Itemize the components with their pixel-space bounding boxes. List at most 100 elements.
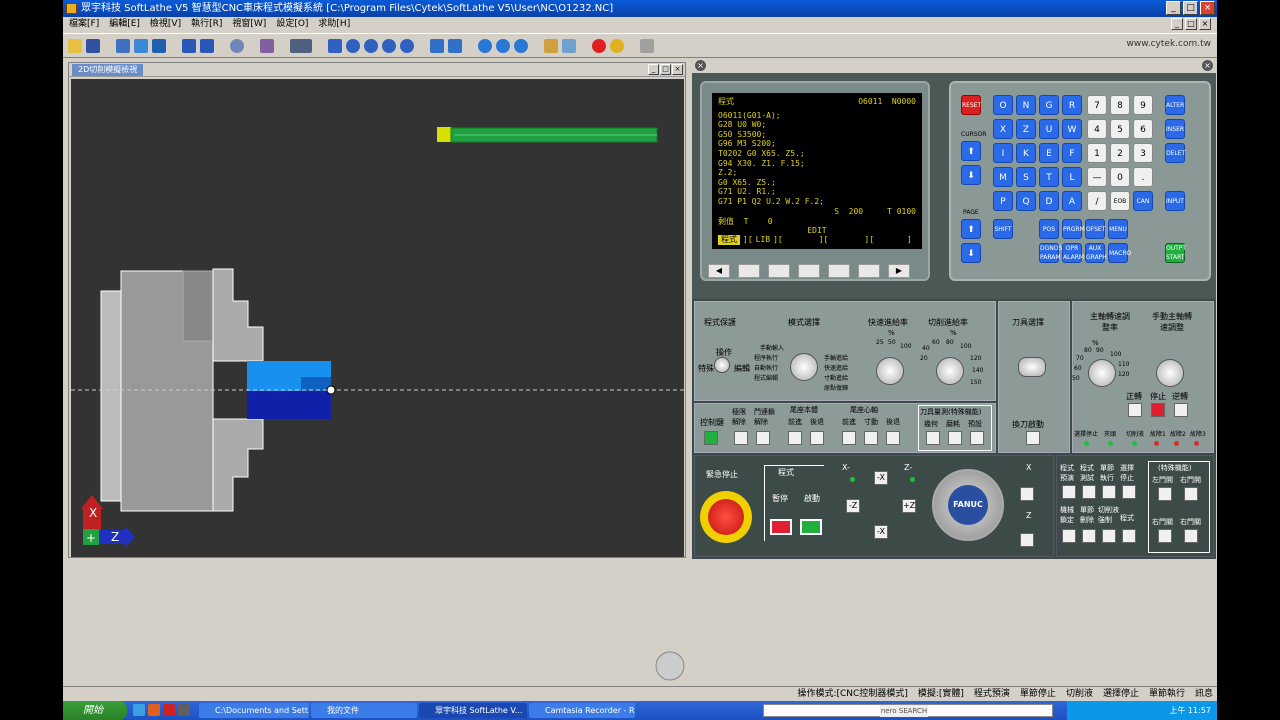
outdent-icon[interactable] bbox=[200, 38, 214, 53]
ie-icon[interactable] bbox=[133, 704, 145, 716]
key-7[interactable]: 7 bbox=[1087, 95, 1107, 115]
jog-plus-z-button[interactable]: +Z bbox=[902, 499, 916, 513]
media-icon[interactable] bbox=[178, 704, 190, 716]
sim-maximize-button[interactable]: □ bbox=[660, 64, 671, 75]
cycle-start-button[interactable] bbox=[800, 519, 822, 535]
menu-run[interactable]: 執行[R] bbox=[191, 17, 222, 32]
stop-icon[interactable] bbox=[592, 38, 606, 53]
input-button[interactable]: INPUT bbox=[1165, 191, 1185, 211]
tail-center-fwd-button[interactable] bbox=[842, 431, 856, 445]
single-block-button[interactable] bbox=[1102, 485, 1116, 499]
prog-test-button[interactable] bbox=[1082, 485, 1096, 499]
key-9[interactable]: 9 bbox=[1133, 95, 1153, 115]
pos-button[interactable]: POS bbox=[1039, 219, 1059, 239]
softkey-4-button[interactable] bbox=[828, 264, 850, 278]
softkey-5-button[interactable] bbox=[858, 264, 880, 278]
firefox-icon[interactable] bbox=[148, 704, 160, 716]
key-s[interactable]: S bbox=[1016, 167, 1036, 187]
z-axis-select-button[interactable] bbox=[1020, 533, 1034, 547]
key-eob[interactable]: EOB bbox=[1110, 191, 1130, 211]
menu-button[interactable]: MENU bbox=[1108, 219, 1128, 239]
cursor-down-button[interactable]: ⬇ bbox=[961, 165, 981, 185]
protect-key-switch[interactable] bbox=[714, 357, 730, 373]
crt-softkey-program[interactable]: 程式 bbox=[718, 235, 740, 245]
spindle-forward-button[interactable] bbox=[1128, 403, 1142, 417]
mode-select-dial[interactable] bbox=[790, 353, 818, 381]
menu-settings[interactable]: 設定[O] bbox=[276, 17, 308, 32]
key-n[interactable]: N bbox=[1016, 95, 1036, 115]
key-6[interactable]: 6 bbox=[1133, 119, 1153, 139]
key-m[interactable]: M bbox=[993, 167, 1013, 187]
machine-lock-button[interactable] bbox=[1062, 529, 1076, 543]
sphere-2-icon[interactable] bbox=[496, 38, 510, 53]
caliper-icon[interactable] bbox=[290, 38, 312, 53]
limit-release-button[interactable] bbox=[734, 431, 748, 445]
zoom-window-icon[interactable] bbox=[382, 38, 396, 53]
jog-plus-x-button[interactable]: -X bbox=[874, 525, 888, 539]
tail-body-fwd-button[interactable] bbox=[788, 431, 802, 445]
zoom-fit-icon[interactable] bbox=[328, 38, 342, 53]
key-3[interactable]: 3 bbox=[1133, 143, 1153, 163]
dgnos-param-button[interactable]: DGNOS PARAM bbox=[1039, 243, 1062, 263]
task-explorer[interactable]: C:\Documents and Sett... bbox=[199, 703, 309, 718]
sphere-3-icon[interactable] bbox=[514, 38, 528, 53]
softkey-3-button[interactable] bbox=[798, 264, 820, 278]
list-icon[interactable] bbox=[152, 38, 166, 53]
spindle-stop-button[interactable] bbox=[1151, 403, 1165, 417]
open-icon[interactable] bbox=[68, 38, 82, 53]
save-icon[interactable] bbox=[86, 38, 100, 53]
key-dot[interactable]: . bbox=[1133, 167, 1153, 187]
left-door-open-button[interactable] bbox=[1158, 487, 1172, 501]
opt-stop-button[interactable] bbox=[1122, 485, 1136, 499]
softkey-prev-button[interactable]: ◀ bbox=[708, 264, 730, 278]
ofset-button[interactable]: OFSET bbox=[1085, 219, 1105, 239]
zoom-out-icon[interactable] bbox=[364, 38, 378, 53]
menu-view[interactable]: 檢視[V] bbox=[150, 17, 181, 32]
output-start-button[interactable]: OUTPT START bbox=[1165, 243, 1186, 263]
controller-close-right-icon[interactable]: × bbox=[1202, 60, 1213, 71]
can-button[interactable]: CAN bbox=[1133, 191, 1153, 211]
wear-button[interactable] bbox=[948, 431, 962, 445]
key-lock-button[interactable] bbox=[704, 431, 718, 445]
softkey-1-button[interactable] bbox=[738, 264, 760, 278]
fixture-icon[interactable] bbox=[260, 38, 274, 53]
menu-edit[interactable]: 編輯[E] bbox=[109, 17, 140, 32]
block-delete-button[interactable] bbox=[1082, 529, 1096, 543]
task-softlathe[interactable]: 眾宇科技 SoftLathe V... bbox=[419, 703, 527, 718]
key-f[interactable]: F bbox=[1062, 143, 1082, 163]
delete-button[interactable]: DELET bbox=[1165, 143, 1185, 163]
prog-preview-button[interactable] bbox=[1062, 485, 1076, 499]
rapid-override-dial[interactable] bbox=[876, 357, 904, 385]
cube-icon[interactable] bbox=[448, 38, 462, 53]
key-l[interactable]: L bbox=[1062, 167, 1082, 187]
tool-select-dial[interactable] bbox=[1018, 357, 1046, 377]
box-alt-icon[interactable] bbox=[562, 38, 576, 53]
task-camtasia[interactable]: Camtasia Recorder - R... bbox=[529, 703, 635, 718]
opr-alarm-button[interactable]: OPR ALARM bbox=[1062, 243, 1084, 263]
tail-body-back-button[interactable] bbox=[810, 431, 824, 445]
spindle-reverse-button[interactable] bbox=[1174, 403, 1188, 417]
task-mydocs[interactable]: 我的文件 bbox=[311, 703, 417, 718]
left-door-close-button[interactable] bbox=[1158, 529, 1172, 543]
key-4[interactable]: 4 bbox=[1087, 119, 1107, 139]
tool-setup-icon[interactable] bbox=[116, 38, 130, 53]
controller-close-left-icon[interactable]: × bbox=[695, 60, 706, 71]
menu-help[interactable]: 求助[H] bbox=[318, 17, 350, 32]
softkey-next-button[interactable]: ▶ bbox=[888, 264, 910, 278]
mdi-restore-button[interactable]: □ bbox=[1185, 18, 1197, 30]
alter-button[interactable]: ALTER bbox=[1165, 95, 1185, 115]
sim-minimize-button[interactable]: _ bbox=[648, 64, 659, 75]
coolant-force-button[interactable] bbox=[1102, 529, 1116, 543]
key-o[interactable]: O bbox=[993, 95, 1013, 115]
minimize-button[interactable]: _ bbox=[1166, 1, 1181, 15]
rotate-icon[interactable] bbox=[430, 38, 444, 53]
shift-button[interactable]: SHIFT bbox=[993, 219, 1013, 239]
key-x[interactable]: X bbox=[993, 119, 1013, 139]
insert-button[interactable]: INSER bbox=[1165, 119, 1185, 139]
menu-window[interactable]: 視窗[W] bbox=[232, 17, 266, 32]
spindle-override-dial[interactable] bbox=[1088, 359, 1116, 387]
key-z[interactable]: Z bbox=[1016, 119, 1036, 139]
key-minus[interactable]: — bbox=[1087, 167, 1107, 187]
reset-button[interactable]: RESET bbox=[961, 95, 981, 115]
aux-graph-button[interactable]: AUX GRAPH bbox=[1085, 243, 1107, 263]
